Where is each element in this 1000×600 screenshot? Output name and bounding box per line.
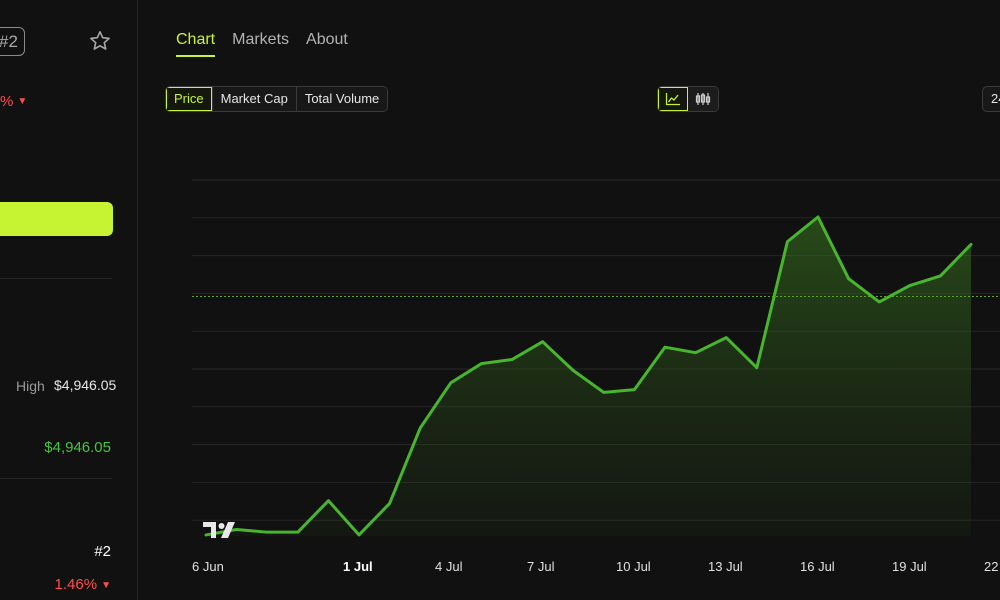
x-tick-label: 4 Jul	[435, 559, 463, 574]
x-tick-label: 16 Jul	[800, 559, 835, 574]
x-tick-label: 6 Jun	[192, 559, 224, 574]
x-tick-label: 7 Jul	[527, 559, 555, 574]
tradingview-logo-icon	[203, 520, 237, 540]
x-tick-label: 13 Jul	[708, 559, 743, 574]
x-tick-label: 22	[984, 559, 998, 574]
x-tick-label: 19 Jul	[892, 559, 927, 574]
price-chart: 6 Jun 1 Jul 4 Jul 7 Jul 10 Jul 13 Jul 16 Jul 19…	[192, 179, 1000, 574]
price-area	[206, 217, 971, 537]
x-tick-label: 1 Jul	[343, 559, 373, 574]
x-tick-label: 10 Jul	[616, 559, 651, 574]
